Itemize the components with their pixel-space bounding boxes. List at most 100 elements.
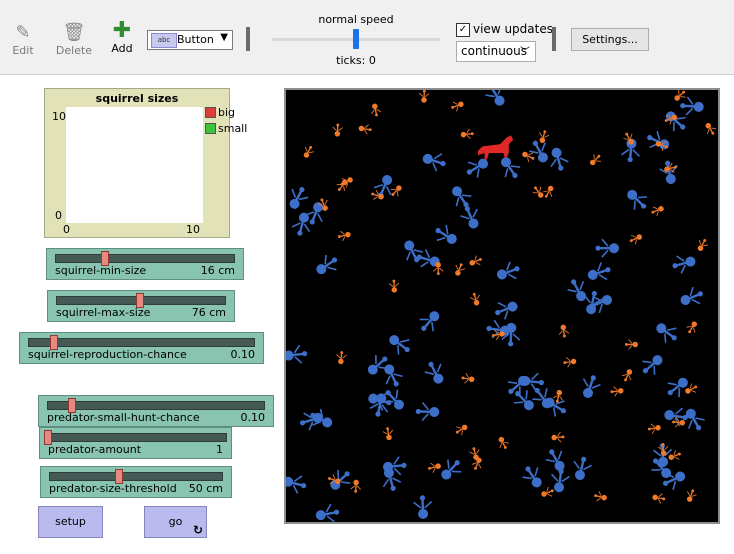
slider-track[interactable] [55, 254, 235, 263]
setup-button[interactable]: setup [38, 506, 103, 538]
legend-swatch-small [205, 123, 216, 134]
small-squirrel [594, 491, 607, 502]
big-squirrel [582, 375, 601, 398]
slider-track[interactable] [44, 433, 227, 442]
big-squirrel [496, 261, 520, 280]
small-squirrel [647, 423, 661, 434]
big-squirrel [680, 96, 704, 116]
go-button[interactable]: go ↻ [144, 506, 207, 538]
big-squirrel [286, 344, 308, 364]
big-squirrel [680, 286, 703, 306]
small-squirrel [498, 436, 509, 449]
big-squirrel [627, 189, 648, 210]
slider-name: squirrel-max-size [56, 306, 151, 319]
small-squirrel [563, 357, 577, 368]
small-squirrel [390, 185, 402, 197]
slider-value: 16 cm [200, 264, 235, 277]
update-mode-select[interactable]: continuous ﹀ [456, 41, 536, 62]
slider-name: squirrel-min-size [55, 264, 147, 277]
widget-type-value: Button [177, 33, 214, 46]
big-squirrel [291, 212, 311, 236]
big-squirrel [424, 361, 444, 384]
big-squirrel [419, 311, 440, 332]
small-squirrel [621, 369, 633, 382]
small-squirrel [336, 351, 347, 365]
widget-type-select[interactable]: abc Button ▼ [147, 30, 233, 50]
slider-predator-small-hunt-chance[interactable]: predator-small-hunt-chance 0.10 [38, 395, 274, 427]
big-squirrel [286, 475, 307, 494]
slider-predator-size-threshold[interactable]: predator-size-threshold 50 cm [40, 466, 232, 498]
big-squirrel [501, 157, 521, 179]
add-label: Add [111, 42, 133, 55]
small-squirrel [460, 128, 474, 140]
big-squirrel [460, 206, 479, 229]
small-squirrel [543, 185, 554, 198]
button-widget-icon: abc [151, 33, 177, 48]
forever-icon: ↻ [192, 523, 203, 537]
small-squirrel [370, 103, 382, 117]
slider-value: 50 cm [188, 482, 223, 495]
big-squirrel [422, 153, 446, 172]
squirrel-sizes-plot: squirrel sizes 10 0 0 10 big small [44, 88, 247, 238]
slider-value: 0.10 [240, 411, 266, 424]
small-squirrel [686, 321, 698, 334]
big-squirrel [452, 186, 472, 208]
delete-tool[interactable]: 🗑 Delete [54, 22, 94, 57]
big-squirrel [550, 147, 569, 171]
small-squirrel [469, 292, 480, 306]
big-squirrel [573, 456, 592, 480]
small-squirrel [455, 263, 466, 276]
toolbar: ✎ Edit 🗑 Delete ✚ Add abc Button ▼ norma… [0, 0, 734, 75]
toolbar-separator [246, 27, 250, 51]
slider-squirrel-max-size[interactable]: squirrel-max-size 76 cm [47, 290, 235, 322]
toolbar-separator [552, 27, 556, 51]
small-squirrel [337, 230, 351, 242]
slider-track[interactable] [47, 401, 265, 410]
big-squirrel [642, 355, 663, 375]
small-squirrel [551, 431, 565, 443]
big-squirrel [545, 449, 565, 471]
big-squirrel [330, 469, 351, 490]
slider-name: predator-small-hunt-chance [47, 411, 200, 424]
world-view[interactable] [284, 88, 720, 524]
slider-track[interactable] [49, 472, 223, 481]
settings-button[interactable]: Settings... [571, 28, 649, 51]
delete-label: Delete [55, 44, 93, 57]
big-squirrel [435, 224, 457, 244]
big-squirrel [595, 238, 620, 258]
view-updates-checkbox[interactable]: ✓ [456, 23, 470, 37]
big-squirrel [520, 372, 544, 392]
small-squirrel [522, 151, 535, 162]
slider-squirrel-min-size[interactable]: squirrel-min-size 16 cm [46, 248, 244, 280]
big-squirrel [587, 262, 611, 281]
y-axis-min: 0 [55, 209, 62, 222]
edit-tool[interactable]: ✎ Edit [3, 22, 43, 57]
slider-predator-amount[interactable]: predator-amount 1 [39, 427, 232, 459]
add-tool[interactable]: ✚ Add [102, 18, 142, 56]
slider-name: squirrel-reproduction-chance [28, 348, 187, 361]
small-squirrel [705, 122, 716, 135]
small-squirrel [303, 145, 315, 158]
plot-area [66, 107, 203, 223]
update-mode-value: continuous [461, 44, 527, 58]
small-squirrel [451, 101, 464, 112]
small-squirrel [629, 234, 643, 245]
small-squirrel [539, 130, 550, 143]
slider-squirrel-reproduction-chance[interactable]: squirrel-reproduction-chance 0.10 [19, 332, 264, 364]
big-squirrel [522, 466, 542, 488]
small-squirrel [382, 427, 394, 441]
plus-icon: ✚ [112, 18, 132, 43]
slider-value: 1 [216, 443, 223, 456]
ticks-counter: ticks: 0 [336, 54, 376, 67]
small-squirrel [388, 279, 400, 293]
big-squirrel [373, 175, 393, 198]
speed-label: normal speed [318, 13, 394, 26]
go-button-label: go [168, 515, 183, 528]
big-squirrel [389, 335, 410, 355]
small-squirrel [652, 493, 666, 504]
speed-slider-thumb[interactable] [353, 29, 359, 49]
slider-track[interactable] [28, 338, 255, 347]
slider-name: predator-amount [48, 443, 142, 456]
predator-wolf [478, 135, 514, 160]
small-squirrel [610, 386, 624, 397]
